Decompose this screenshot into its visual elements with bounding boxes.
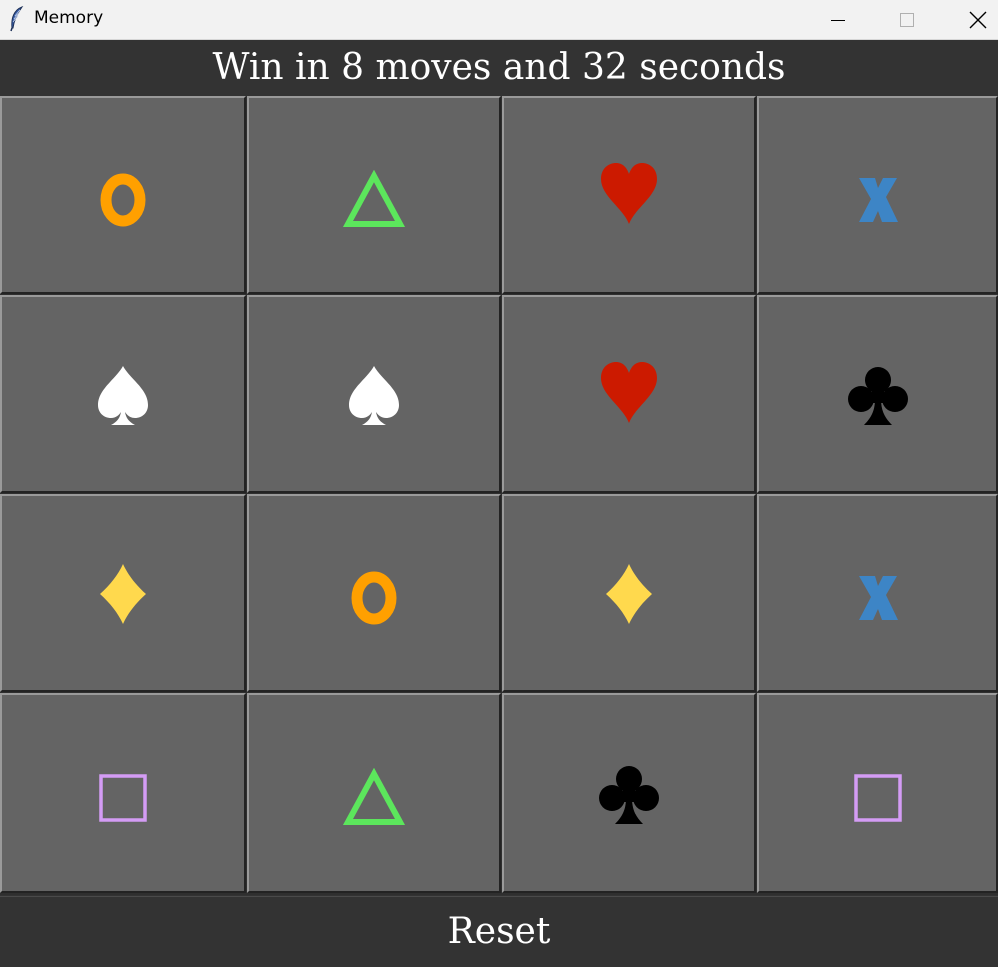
card-tile[interactable] <box>757 96 998 294</box>
card-tile[interactable] <box>502 494 756 692</box>
letter-x-icon <box>858 178 898 222</box>
square-icon <box>853 774 902 822</box>
card-tile[interactable] <box>0 494 246 692</box>
title-bar: Memory <box>0 0 998 40</box>
maximize-icon <box>900 13 914 27</box>
close-icon <box>969 11 987 29</box>
card-tile[interactable] <box>502 96 756 294</box>
card-tile[interactable] <box>0 693 246 893</box>
card-tile[interactable] <box>247 693 501 893</box>
card-tile[interactable] <box>502 295 756 493</box>
game-board <box>0 96 998 895</box>
card-tile[interactable] <box>502 693 756 893</box>
maximize-button[interactable] <box>879 0 935 40</box>
feather-icon <box>10 6 24 32</box>
minimize-button[interactable] <box>810 0 866 40</box>
card-tile[interactable] <box>247 96 501 294</box>
diamond-icon <box>606 564 652 624</box>
square-icon <box>99 774 147 822</box>
card-tile[interactable] <box>0 96 246 294</box>
heart-icon <box>601 163 657 224</box>
minimize-icon <box>831 20 845 21</box>
card-tile[interactable] <box>757 295 998 493</box>
window-title: Memory <box>34 8 104 28</box>
club-icon <box>847 367 908 425</box>
close-button[interactable] <box>950 0 998 40</box>
triangle-icon <box>342 768 406 825</box>
triangle-icon <box>342 170 406 227</box>
card-tile[interactable] <box>247 295 501 493</box>
diamond-icon <box>100 564 146 624</box>
card-tile[interactable] <box>757 693 998 893</box>
spade-icon <box>98 366 148 425</box>
card-tile[interactable] <box>247 494 501 692</box>
letter-x-icon <box>858 576 898 620</box>
club-icon <box>599 766 659 824</box>
card-tile[interactable] <box>0 295 246 493</box>
card-tile[interactable] <box>757 494 998 692</box>
letter-o-icon <box>100 173 146 227</box>
status-message: Win in 8 moves and 32 seconds <box>0 40 998 96</box>
letter-o-icon <box>351 571 397 625</box>
spade-icon <box>349 366 399 425</box>
reset-button[interactable]: Reset <box>0 896 998 963</box>
heart-icon <box>601 362 657 423</box>
